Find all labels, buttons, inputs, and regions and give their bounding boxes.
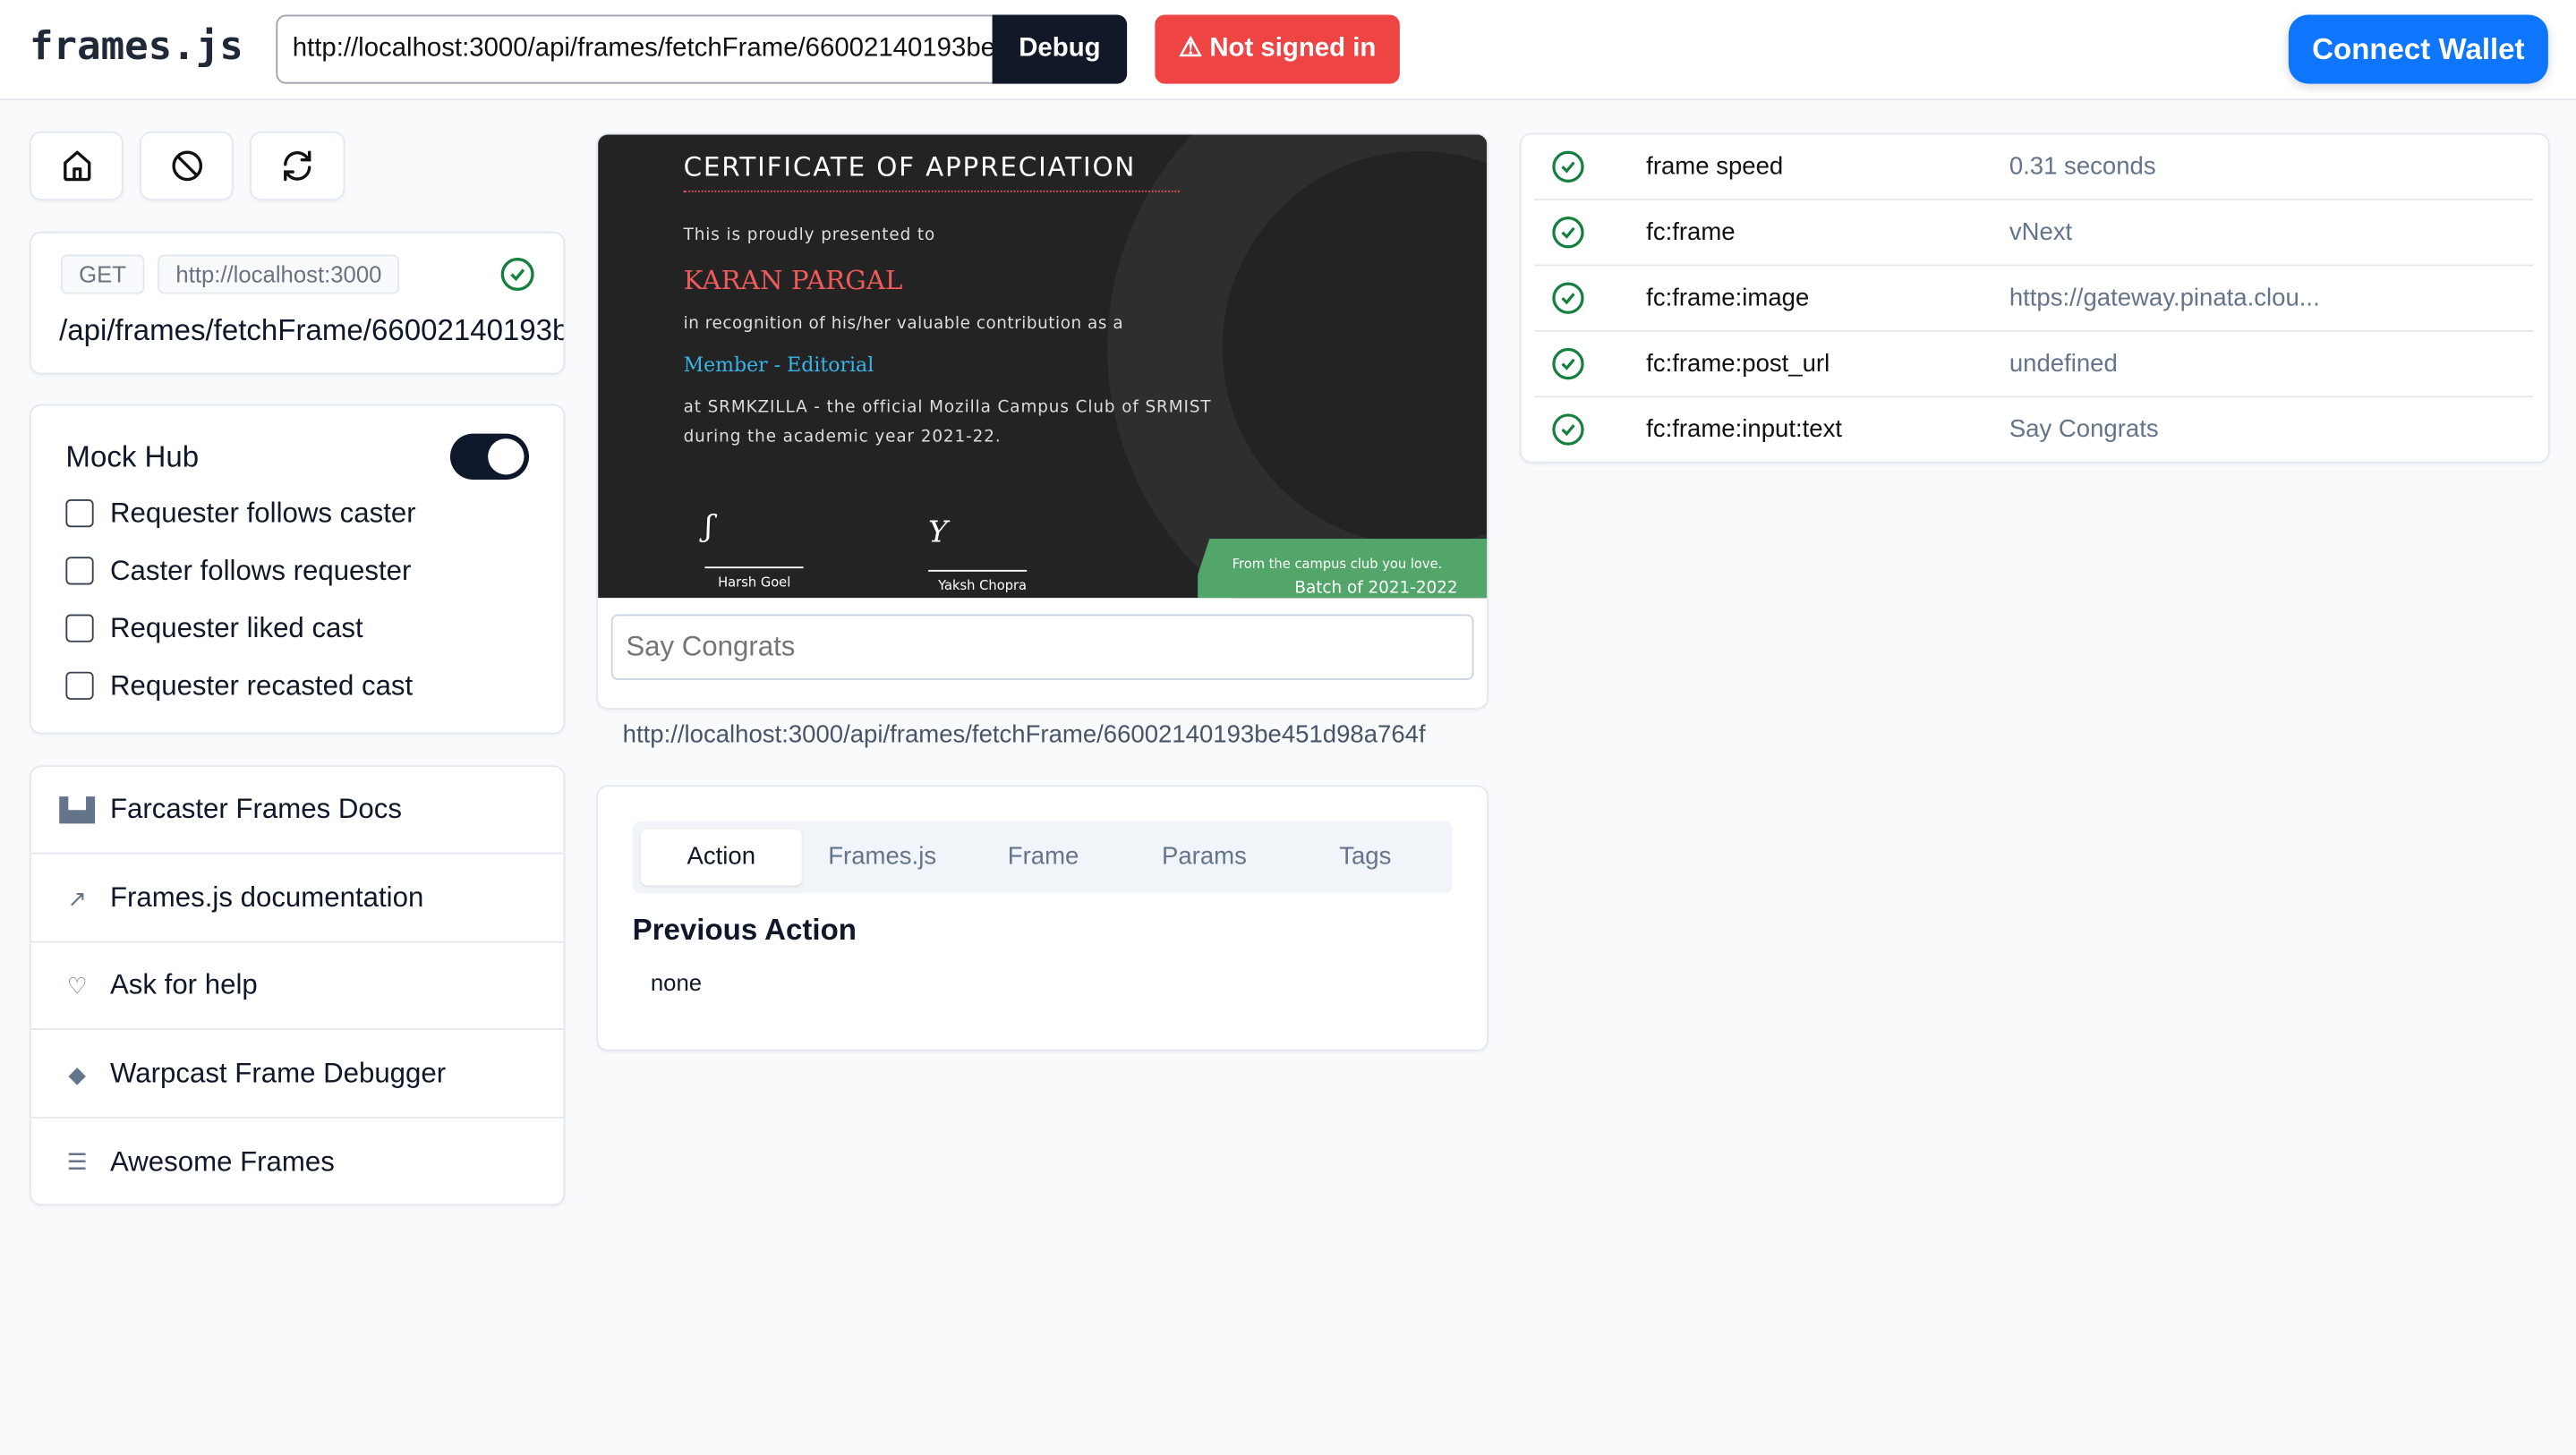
property-value: undefined xyxy=(2009,349,2118,379)
top-bar: frames.js http://localhost:3000/api/fram… xyxy=(0,0,2576,100)
checkbox-requester-recasted-cast[interactable] xyxy=(65,671,94,700)
cert-banner: From the campus club you love. Batch of … xyxy=(1198,539,1488,599)
debug-button[interactable]: Debug xyxy=(992,14,1128,84)
check-circle-icon xyxy=(500,258,534,292)
link-ask-for-help[interactable]: ♡ Ask for help xyxy=(30,943,564,1030)
property-key: fc:frame:image xyxy=(1646,284,1810,312)
validation-table: frame speed 0.31 seconds fc:frame vNext … xyxy=(1519,132,2550,464)
tab-params[interactable]: Params xyxy=(1123,830,1284,885)
link-warpcast-frame-debugger[interactable]: ◆ Warpcast Frame Debugger xyxy=(30,1032,564,1119)
mock-hub-card: Mock Hub Requester follows caster Caster… xyxy=(30,404,566,735)
connect-wallet-button[interactable]: Connect Wallet xyxy=(2288,14,2548,84)
checkbox-requester-follows-caster[interactable] xyxy=(65,498,94,528)
request-card: GET http://localhost:3000 /api/frames/fe… xyxy=(30,231,566,375)
host-badge: http://localhost:3000 xyxy=(158,254,400,294)
cert-text: at SRMKZILLA - the official Mozilla Camp… xyxy=(683,399,1212,418)
cert-signer: Harsh Goel xyxy=(718,574,791,590)
property-key: frame speed xyxy=(1646,152,1784,181)
method-badge: GET xyxy=(60,254,145,294)
property-key: fc:frame:post_url xyxy=(1646,349,1830,379)
validation-row: fc:frame:post_url undefined xyxy=(1534,332,2534,398)
arrow-up-right-icon: ↗ xyxy=(67,884,88,911)
cert-role: Member - Editorial xyxy=(683,353,874,377)
property-value: Say Congrats xyxy=(2009,415,2159,444)
arch-icon: ▙▟ xyxy=(59,796,96,822)
validation-row: fc:frame:input:text Say Congrats xyxy=(1534,397,2533,463)
diamond-icon: ◆ xyxy=(68,1059,87,1087)
list-icon: ☰ xyxy=(66,1148,88,1175)
cert-recipient: KARAN PARGAL xyxy=(683,264,903,296)
mock-hub-toggle[interactable] xyxy=(449,433,530,480)
frame-url-input[interactable]: http://localhost:3000/api/frames/fetchFr… xyxy=(276,14,994,84)
signature-yaksh: Y xyxy=(928,515,1028,572)
debug-tabs-card: Action Frames.js Frame Params Tags Previ… xyxy=(596,785,1488,1051)
link-label: Warpcast Frame Debugger xyxy=(109,1058,447,1089)
check-circle-icon xyxy=(1552,413,1584,446)
validation-row: frame speed 0.31 seconds xyxy=(1534,135,2534,200)
tab-list: Action Frames.js Frame Params Tags xyxy=(632,821,1453,894)
checkbox-label: Requester liked cast xyxy=(109,612,363,644)
tab-frame[interactable]: Frame xyxy=(963,830,1124,885)
validation-row: fc:frame:image https://gateway.pinata.cl… xyxy=(1534,266,2534,332)
check-circle-icon xyxy=(1552,347,1584,380)
checkbox-requester-liked-cast[interactable] xyxy=(65,614,94,642)
cert-signer: Yaksh Chopra xyxy=(938,578,1028,593)
signature-harsh: ʃ xyxy=(704,509,804,569)
tab-action[interactable]: Action xyxy=(640,829,802,886)
request-path: /api/frames/fetchFrame/66002140193be451d… xyxy=(59,313,566,347)
home-icon xyxy=(63,150,90,182)
link-farcaster-frames-docs[interactable]: ▙▟ Farcaster Frames Docs xyxy=(30,767,564,855)
links-card: ▙▟ Farcaster Frames Docs ↗ Frames.js docum… xyxy=(30,765,566,1206)
chat-heart-icon: ♡ xyxy=(66,971,88,999)
property-value: https://gateway.pinata.clou... xyxy=(2009,284,2320,312)
property-value: vNext xyxy=(2009,218,2073,247)
validation-row: fc:frame vNext xyxy=(1534,200,2534,267)
property-value: 0.31 seconds xyxy=(2009,152,2156,181)
check-circle-icon xyxy=(1552,217,1584,249)
cert-title: CERTIFICATE OF APPRECIATION xyxy=(683,150,1137,183)
link-awesome-frames[interactable]: ☰ Awesome Frames xyxy=(31,1119,564,1204)
link-framesjs-documentation[interactable]: ↗ Frames.js documentation xyxy=(30,855,564,943)
frame-url: http://localhost:3000/api/frames/fetchFr… xyxy=(622,720,1426,749)
refresh-icon xyxy=(284,150,311,182)
checkbox-caster-follows-requester[interactable] xyxy=(65,557,94,585)
mock-hub-label: Mock Hub xyxy=(65,439,200,473)
checkbox-label: Requester follows caster xyxy=(109,498,416,530)
property-key: fc:frame xyxy=(1646,218,1736,247)
tab-tags[interactable]: Tags xyxy=(1284,830,1446,885)
ban-icon xyxy=(171,150,202,182)
cert-text: This is proudly presented to xyxy=(683,226,936,245)
logo: frames.js xyxy=(30,22,243,70)
check-circle-icon xyxy=(1552,150,1584,183)
reset-button[interactable] xyxy=(140,131,234,200)
link-label: Ask for help xyxy=(109,968,258,1000)
checkbox-label: Requester recasted cast xyxy=(109,669,414,702)
cert-text: in recognition of his/her valuable contr… xyxy=(683,315,1124,334)
section-title: Previous Action xyxy=(632,913,857,947)
not-signed-in-button[interactable]: ⚠ Not signed in xyxy=(1155,14,1400,84)
tab-framesjs[interactable]: Frames.js xyxy=(802,830,963,885)
frame-image[interactable]: CERTIFICATE OF APPRECIATION This is prou… xyxy=(598,134,1488,599)
link-label: Awesome Frames xyxy=(109,1145,335,1178)
link-label: Farcaster Frames Docs xyxy=(109,793,402,825)
home-button[interactable] xyxy=(30,131,124,200)
frame-text-input[interactable] xyxy=(610,614,1474,680)
frame-preview-card: CERTIFICATE OF APPRECIATION This is prou… xyxy=(596,132,1488,710)
previous-action-value: none xyxy=(650,968,703,996)
link-label: Frames.js documentation xyxy=(109,881,424,914)
checkbox-label: Caster follows requester xyxy=(109,555,412,587)
cert-text: during the academic year 2021-22. xyxy=(683,429,1002,447)
check-circle-icon xyxy=(1552,282,1584,314)
refresh-button[interactable] xyxy=(249,131,345,200)
property-key: fc:frame:input:text xyxy=(1646,415,1842,444)
